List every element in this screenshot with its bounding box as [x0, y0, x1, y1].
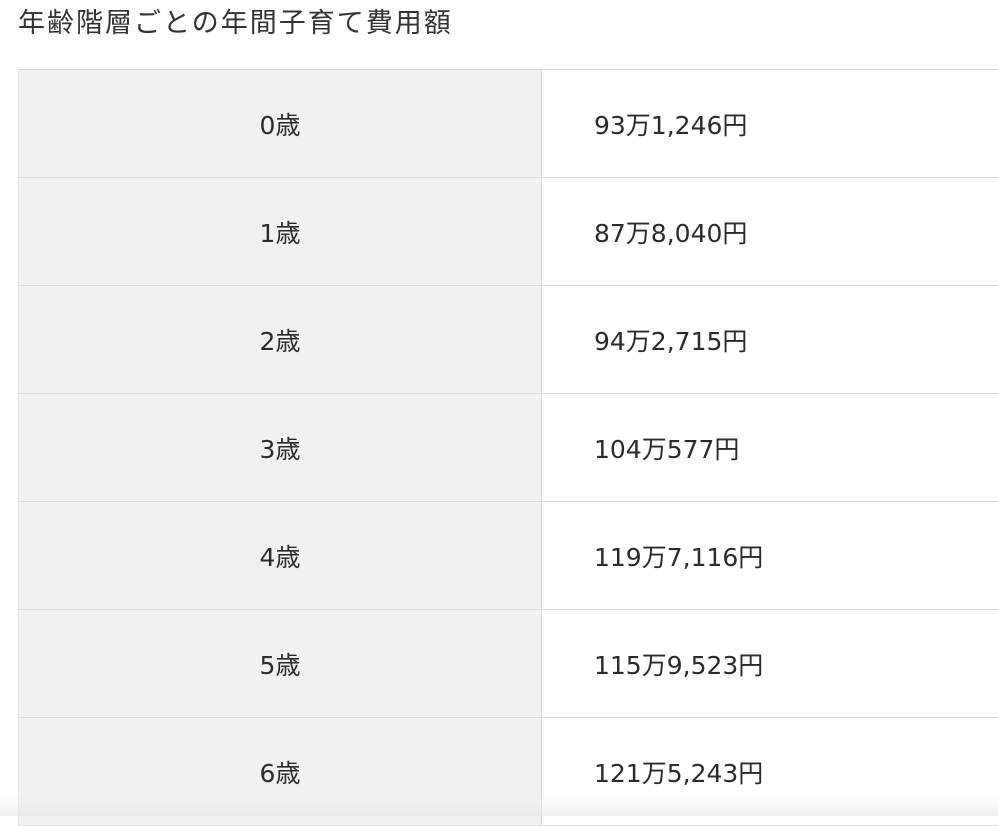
table-row: 3歳 104万577円 [19, 394, 998, 502]
age-cell: 0歳 [19, 70, 542, 178]
table-row: 6歳 121万5,243円 [19, 718, 998, 826]
amount-cell: 121万5,243円 [542, 718, 998, 826]
amount-cell: 94万2,715円 [542, 286, 998, 394]
age-cell: 2歳 [19, 286, 542, 394]
age-cell: 3歳 [19, 394, 542, 502]
age-cell: 5歳 [19, 610, 542, 718]
amount-cell: 87万8,040円 [542, 178, 998, 286]
table-row: 4歳 119万7,116円 [19, 502, 998, 610]
age-cell: 4歳 [19, 502, 542, 610]
childcare-cost-table: 0歳 93万1,246円 1歳 87万8,040円 2歳 94万2,715円 3… [18, 69, 998, 826]
amount-cell: 104万577円 [542, 394, 998, 502]
amount-cell: 119万7,116円 [542, 502, 998, 610]
amount-cell: 93万1,246円 [542, 70, 998, 178]
table-row: 5歳 115万9,523円 [19, 610, 998, 718]
table-row: 2歳 94万2,715円 [19, 286, 998, 394]
page-title: 年齢階層ごとの年間子育て費用額 [18, 4, 453, 44]
table-row: 1歳 87万8,040円 [19, 178, 998, 286]
table-body: 0歳 93万1,246円 1歳 87万8,040円 2歳 94万2,715円 3… [19, 70, 998, 826]
amount-cell: 115万9,523円 [542, 610, 998, 718]
age-cell: 6歳 [19, 718, 542, 826]
table-row: 0歳 93万1,246円 [19, 70, 998, 178]
age-cell: 1歳 [19, 178, 542, 286]
